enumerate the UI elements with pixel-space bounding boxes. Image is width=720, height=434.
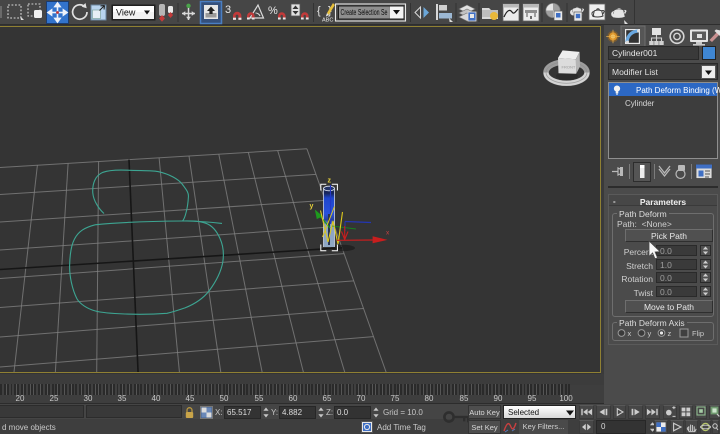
svg-text:y: y xyxy=(648,329,652,338)
svg-text:x: x xyxy=(386,230,390,237)
svg-text:3: 3 xyxy=(225,4,231,16)
svg-text:z: z xyxy=(328,178,332,185)
svg-text:View: View xyxy=(116,8,136,18)
svg-text:FRONT: FRONT xyxy=(562,65,576,70)
svg-text:%: % xyxy=(268,5,278,17)
svg-text:y: y xyxy=(310,203,314,210)
svg-text:z: z xyxy=(668,329,672,338)
svg-text:x: x xyxy=(628,329,632,338)
svg-text:ABC: ABC xyxy=(322,18,333,24)
svg-text:Flip: Flip xyxy=(692,329,704,338)
svg-text:Create Selection Se: Create Selection Se xyxy=(341,8,388,17)
svg-text:{: { xyxy=(317,5,321,17)
